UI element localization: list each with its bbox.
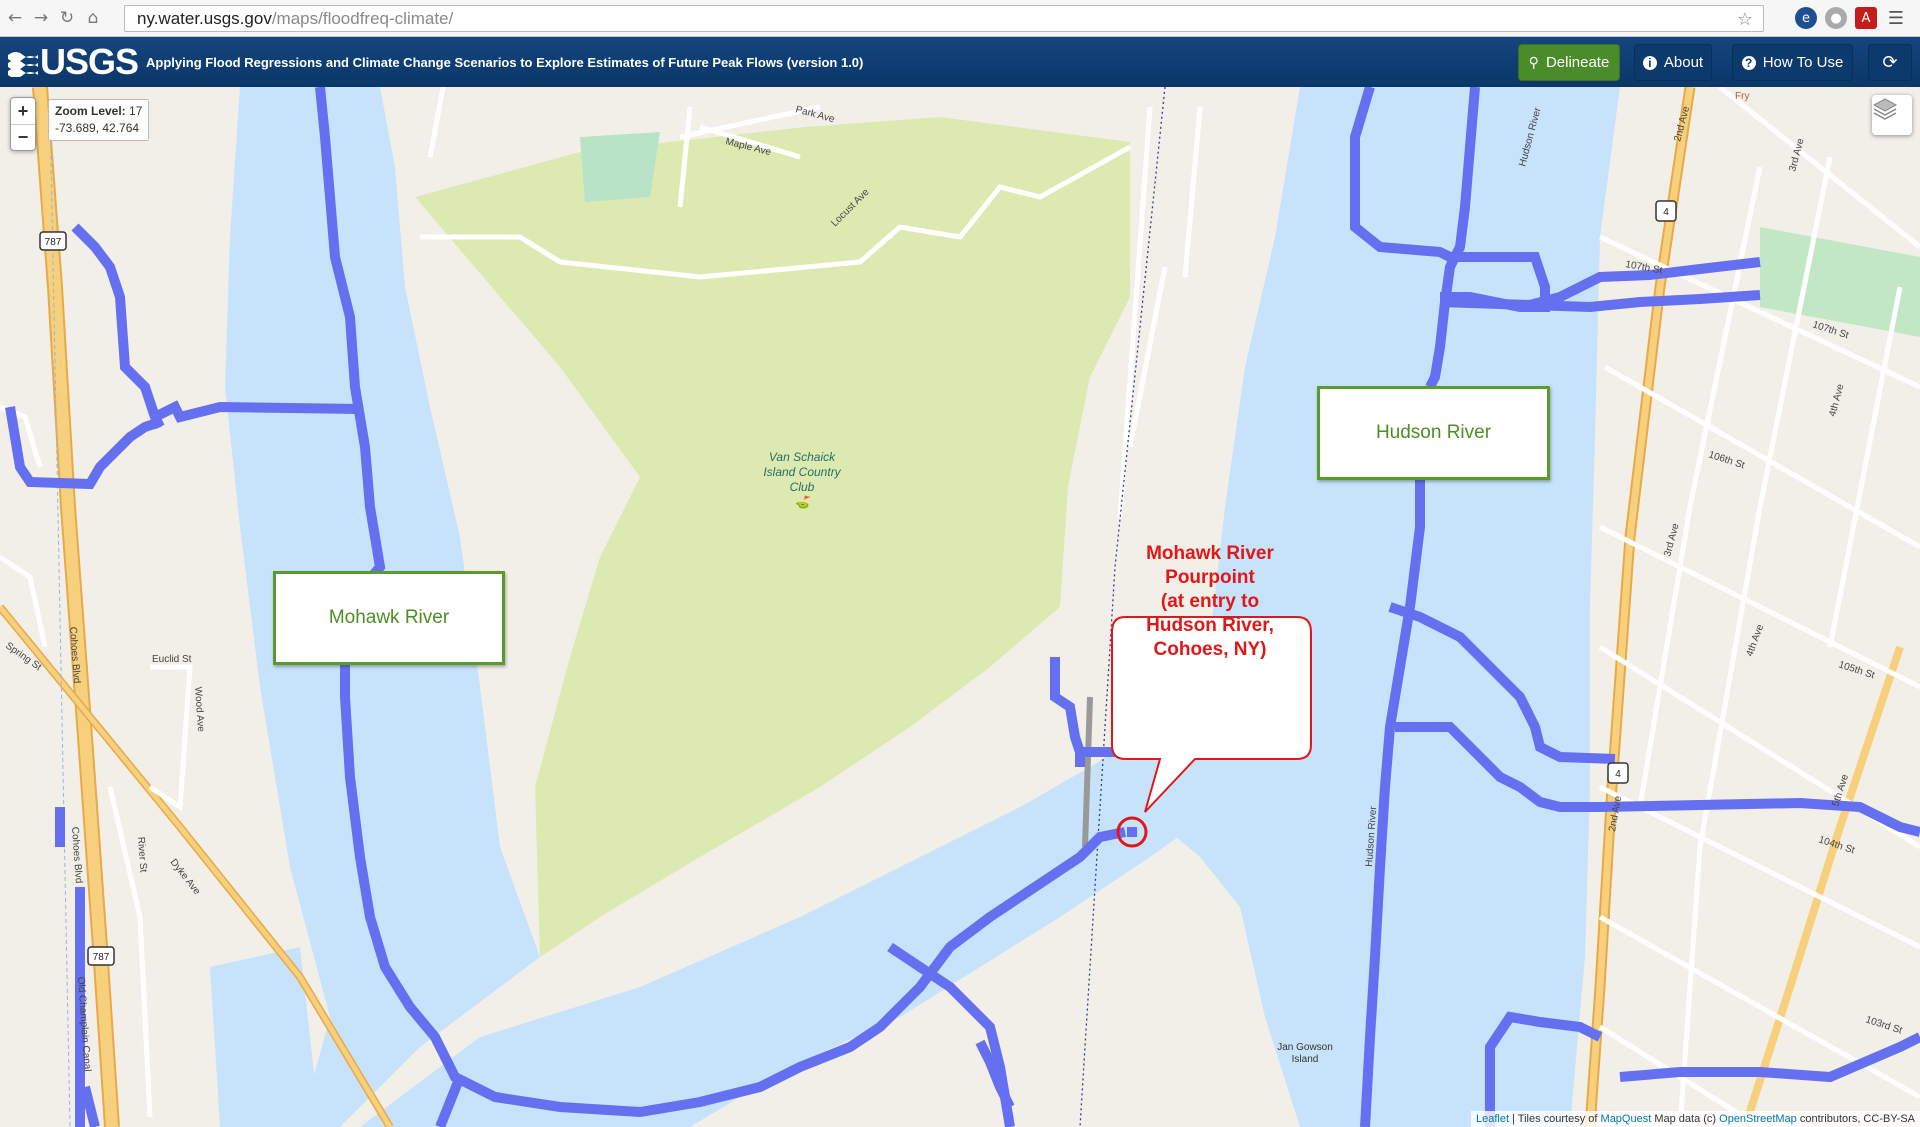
how-to-use-label: How To Use: [1762, 54, 1844, 71]
info-icon: i: [1642, 55, 1657, 70]
poi-line: Jan Gowson: [1277, 1042, 1333, 1053]
forward-icon[interactable]: →: [30, 7, 52, 29]
callout-line: Pourpoint: [1165, 567, 1255, 588]
zoom-info-box: Zoom Level: 17 -73.689, 42.764: [48, 99, 150, 141]
how-to-use-button[interactable]: ? How To Use: [1732, 44, 1853, 81]
osm-link[interactable]: OpenStreetMap: [1719, 1113, 1797, 1125]
attribution-text: contributors, CC-BY-SA: [1796, 1113, 1915, 1125]
delineate-label: Delineate: [1545, 54, 1610, 71]
pourpoint-callout-text: Mohawk River Pourpoint (at entry to Huds…: [1112, 542, 1308, 662]
pourpoint-marker: [1127, 827, 1137, 837]
leaflet-link[interactable]: Leaflet: [1476, 1113, 1509, 1125]
zoom-out-button[interactable]: −: [11, 124, 35, 150]
map-view[interactable]: 787 787 4 4 Park Ave Maple Ave Locust Av…: [0, 87, 1920, 1127]
shield-787-label: 787: [45, 237, 62, 248]
bookmark-star-icon[interactable]: ☆: [1737, 9, 1753, 30]
refresh-button[interactable]: ⟳: [1868, 44, 1912, 81]
shield-4-label: 4: [1615, 769, 1621, 780]
zoom-level-value: 17: [129, 104, 143, 118]
hudson-river-label: Hudson River: [1317, 386, 1550, 480]
street-label: Dyke Ave: [168, 857, 203, 897]
mapquest-link[interactable]: MapQuest: [1601, 1113, 1652, 1125]
poi-line: Island: [1291, 1054, 1319, 1065]
street-label: Euclid St: [152, 654, 192, 665]
map-attribution: Leaflet | Tiles courtesy of MapQuest Map…: [1470, 1111, 1920, 1127]
browser-toolbar: ← → ↻ ⌂ ny.water.usgs.gov/maps/floodfreq…: [0, 0, 1920, 37]
map-marker-icon: ⚲: [1528, 54, 1539, 71]
shield-4-label: 4: [1663, 207, 1669, 218]
country-club-label: Van Schaick Island Country Club ⛳: [752, 450, 852, 510]
zoom-level-label: Zoom Level:: [55, 104, 126, 118]
app-header: USGS Applying Flood Regressions and Clim…: [0, 37, 1920, 87]
logo-text: USGS: [40, 41, 139, 82]
extension-icon[interactable]: e: [1795, 7, 1817, 29]
about-button[interactable]: i About: [1634, 44, 1712, 81]
island-label: Jan Gowson Island: [1270, 1042, 1340, 1066]
address-bar[interactable]: ny.water.usgs.gov/maps/floodfreq-climate…: [124, 5, 1764, 32]
app-title: Applying Flood Regressions and Climate C…: [146, 54, 864, 70]
zoom-in-button[interactable]: +: [11, 98, 35, 124]
street-label: Wood Ave: [192, 686, 206, 732]
poi-line: Club: [789, 480, 815, 494]
street-label: 106th St: [1707, 449, 1746, 471]
home-icon[interactable]: ⌂: [82, 7, 104, 29]
delineate-button[interactable]: ⚲ Delineate: [1518, 44, 1620, 81]
callout-line: (at entry to: [1160, 591, 1260, 612]
street-label: Cohoes Blvd: [69, 826, 84, 883]
street-label: 103rd St: [1864, 1014, 1904, 1036]
poi-line: Island Country: [763, 465, 841, 479]
extension-icons: e ● A ☰: [1795, 7, 1907, 29]
menu-icon[interactable]: ☰: [1885, 7, 1907, 29]
extension-icon[interactable]: ●: [1825, 7, 1847, 29]
back-icon[interactable]: ←: [4, 7, 26, 29]
street-label: 4th Ave: [1744, 623, 1766, 658]
golf-flag-icon: ⛳: [794, 495, 810, 509]
callout-line: Cohoes, NY): [1153, 639, 1267, 660]
cursor-coordinates: -73.689, 42.764: [55, 121, 140, 135]
usgs-wave-icon: [8, 52, 38, 77]
street-label: 3rd Ave: [1662, 522, 1681, 558]
park-area: [580, 132, 660, 202]
zoom-control: + −: [10, 97, 36, 151]
callout-line: Mohawk River: [1146, 543, 1274, 564]
reload-icon[interactable]: ↻: [56, 7, 78, 29]
usgs-logo: USGS: [8, 41, 139, 83]
street-label: Fry: [1735, 91, 1749, 102]
about-label: About: [1663, 54, 1704, 71]
callout-line: Hudson River,: [1146, 615, 1274, 636]
street-label: River St: [135, 836, 148, 872]
poi-line: Van Schaick: [768, 450, 836, 464]
shield-787-label: 787: [93, 952, 110, 963]
url-host: ny.water.usgs.gov: [137, 8, 272, 28]
mohawk-river-label: Mohawk River: [273, 571, 505, 665]
attribution-text: Map data (c): [1651, 1113, 1720, 1125]
layers-button[interactable]: [1872, 95, 1912, 135]
pdf-extension-icon[interactable]: A: [1855, 7, 1877, 29]
street-label: 4th Ave: [1827, 382, 1846, 417]
left-channel-water: [210, 947, 320, 1127]
layers-icon: [1872, 98, 1898, 120]
url-path: /maps/floodfreq-climate/: [271, 8, 454, 28]
question-icon: ?: [1741, 55, 1756, 70]
attribution-text: | Tiles courtesy of: [1509, 1113, 1601, 1125]
refresh-icon: ⟳: [1882, 52, 1898, 73]
